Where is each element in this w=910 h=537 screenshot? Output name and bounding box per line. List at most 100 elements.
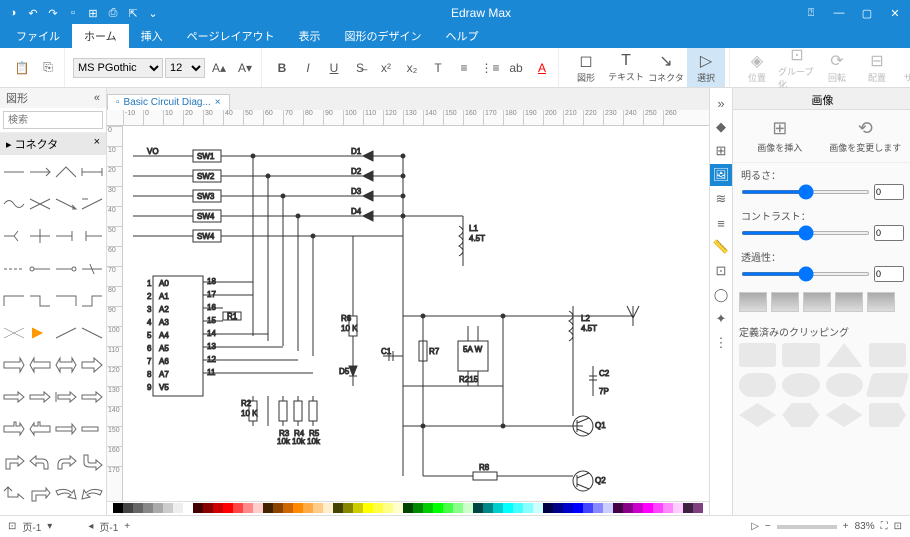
color-swatch[interactable] — [593, 503, 603, 513]
clip-shape[interactable] — [869, 343, 906, 367]
connector-shape[interactable] — [54, 223, 78, 249]
contrast-value[interactable] — [874, 225, 904, 241]
color-swatch[interactable] — [393, 503, 403, 513]
connector-shape[interactable] — [28, 416, 52, 442]
copy-icon[interactable]: ⎘ — [36, 56, 60, 80]
connector-shape[interactable] — [80, 191, 104, 217]
brightness-slider[interactable] — [741, 190, 870, 194]
color-swatch[interactable] — [493, 503, 503, 513]
color-swatch[interactable] — [183, 503, 193, 513]
color-swatch[interactable] — [693, 503, 703, 513]
group-button[interactable]: ⊡グループ化 — [778, 48, 816, 87]
color-swatch[interactable] — [253, 503, 263, 513]
save-icon[interactable]: ⎙ — [104, 4, 122, 22]
connector-shape[interactable] — [28, 384, 52, 410]
connector-shape[interactable] — [80, 449, 104, 475]
change-image-button[interactable]: ⟲画像を変更します — [823, 118, 909, 154]
rtool-more-icon[interactable]: ⋮ — [710, 332, 732, 354]
transparency-value[interactable] — [874, 266, 904, 282]
color-swatch[interactable] — [523, 503, 533, 513]
preset-thumb[interactable] — [739, 292, 767, 312]
menu-insert[interactable]: 挿入 — [129, 24, 175, 48]
connector-shape[interactable] — [80, 384, 104, 410]
color-swatch[interactable] — [283, 503, 293, 513]
color-bar[interactable] — [107, 501, 709, 515]
clip-shape[interactable] — [869, 403, 906, 427]
shape-section-header[interactable]: ▸ コネクタ × — [0, 133, 106, 155]
zoom-slider[interactable] — [777, 525, 837, 529]
connector-shape[interactable] — [80, 288, 104, 314]
connector-shape[interactable] — [2, 256, 26, 282]
color-swatch[interactable] — [153, 503, 163, 513]
section-close-icon[interactable]: × — [94, 136, 100, 152]
subscript-icon[interactable]: x₂ — [400, 56, 424, 80]
color-swatch[interactable] — [143, 503, 153, 513]
connector-shape[interactable] — [54, 191, 78, 217]
color-swatch[interactable] — [403, 503, 413, 513]
rtool-settings-icon[interactable]: ✦ — [710, 308, 732, 330]
connector-shape[interactable] — [28, 223, 52, 249]
select-button[interactable]: ▷選択 — [687, 48, 725, 87]
color-swatch[interactable] — [463, 503, 473, 513]
color-swatch[interactable] — [323, 503, 333, 513]
color-swatch[interactable] — [313, 503, 323, 513]
clip-shape[interactable] — [739, 373, 776, 397]
color-swatch[interactable] — [413, 503, 423, 513]
shape-search-input[interactable] — [3, 111, 103, 129]
connector-shape[interactable] — [28, 256, 52, 282]
color-swatch[interactable] — [213, 503, 223, 513]
color-swatch[interactable] — [683, 503, 693, 513]
app-logo-icon[interactable]: ◑ — [4, 4, 22, 22]
fontcolor-icon[interactable]: A — [530, 56, 554, 80]
tab-close-icon[interactable]: × — [215, 97, 221, 108]
color-swatch[interactable] — [263, 503, 273, 513]
color-swatch[interactable] — [573, 503, 583, 513]
menu-pagelayout[interactable]: ページレイアウト — [175, 24, 287, 48]
color-swatch[interactable] — [353, 503, 363, 513]
play-icon[interactable]: ▷ — [751, 521, 759, 532]
color-swatch[interactable] — [113, 503, 123, 513]
connector-shape[interactable] — [54, 416, 78, 442]
color-swatch[interactable] — [543, 503, 553, 513]
redo-icon[interactable]: ↷ — [44, 4, 62, 22]
expand-right-icon[interactable]: » — [710, 92, 732, 114]
color-swatch[interactable] — [483, 503, 493, 513]
color-swatch[interactable] — [243, 503, 253, 513]
textcase-icon[interactable]: T — [426, 56, 450, 80]
rtool-image-icon[interactable]: 🖼 — [710, 164, 732, 186]
menu-file[interactable]: ファイル — [4, 24, 72, 48]
clip-shape[interactable] — [782, 403, 819, 427]
zoom-out-icon[interactable]: − — [765, 521, 771, 532]
close-icon[interactable]: ✕ — [884, 4, 906, 22]
color-swatch[interactable] — [193, 503, 203, 513]
connector-shape[interactable] — [54, 320, 78, 346]
color-swatch[interactable] — [333, 503, 343, 513]
connector-shape[interactable] — [2, 288, 26, 314]
rtool-fill-icon[interactable]: ◆ — [710, 116, 732, 138]
connector-shape[interactable] — [54, 481, 78, 507]
transparency-slider[interactable] — [741, 272, 870, 276]
bullets-icon[interactable]: ⋮≡ — [478, 56, 502, 80]
brightness-value[interactable] — [874, 184, 904, 200]
connector-shape[interactable] — [80, 256, 104, 282]
undo-icon[interactable]: ↶ — [24, 4, 42, 22]
clip-shape[interactable] — [826, 343, 863, 367]
connector-shape[interactable] — [2, 352, 26, 378]
preset-thumb[interactable] — [803, 292, 831, 312]
minimize-icon[interactable]: — — [828, 4, 850, 22]
connector-shape[interactable] — [54, 288, 78, 314]
color-swatch[interactable] — [633, 503, 643, 513]
color-swatch[interactable] — [553, 503, 563, 513]
strike-icon[interactable]: S̶ — [348, 56, 372, 80]
shape-button[interactable]: ◻図形 — [567, 48, 605, 87]
font-size-select[interactable]: 12 — [165, 58, 205, 78]
maximize-icon[interactable]: ▢ — [856, 4, 878, 22]
size-button[interactable]: ⬚サイズ — [898, 48, 910, 87]
connector-button[interactable]: ↘コネクタ — [647, 48, 685, 87]
paste-icon[interactable]: 📋 — [10, 56, 34, 80]
color-swatch[interactable] — [203, 503, 213, 513]
connector-shape[interactable] — [2, 223, 26, 249]
connector-shape[interactable] — [54, 384, 78, 410]
color-swatch[interactable] — [123, 503, 133, 513]
connector-shape[interactable] — [54, 352, 78, 378]
